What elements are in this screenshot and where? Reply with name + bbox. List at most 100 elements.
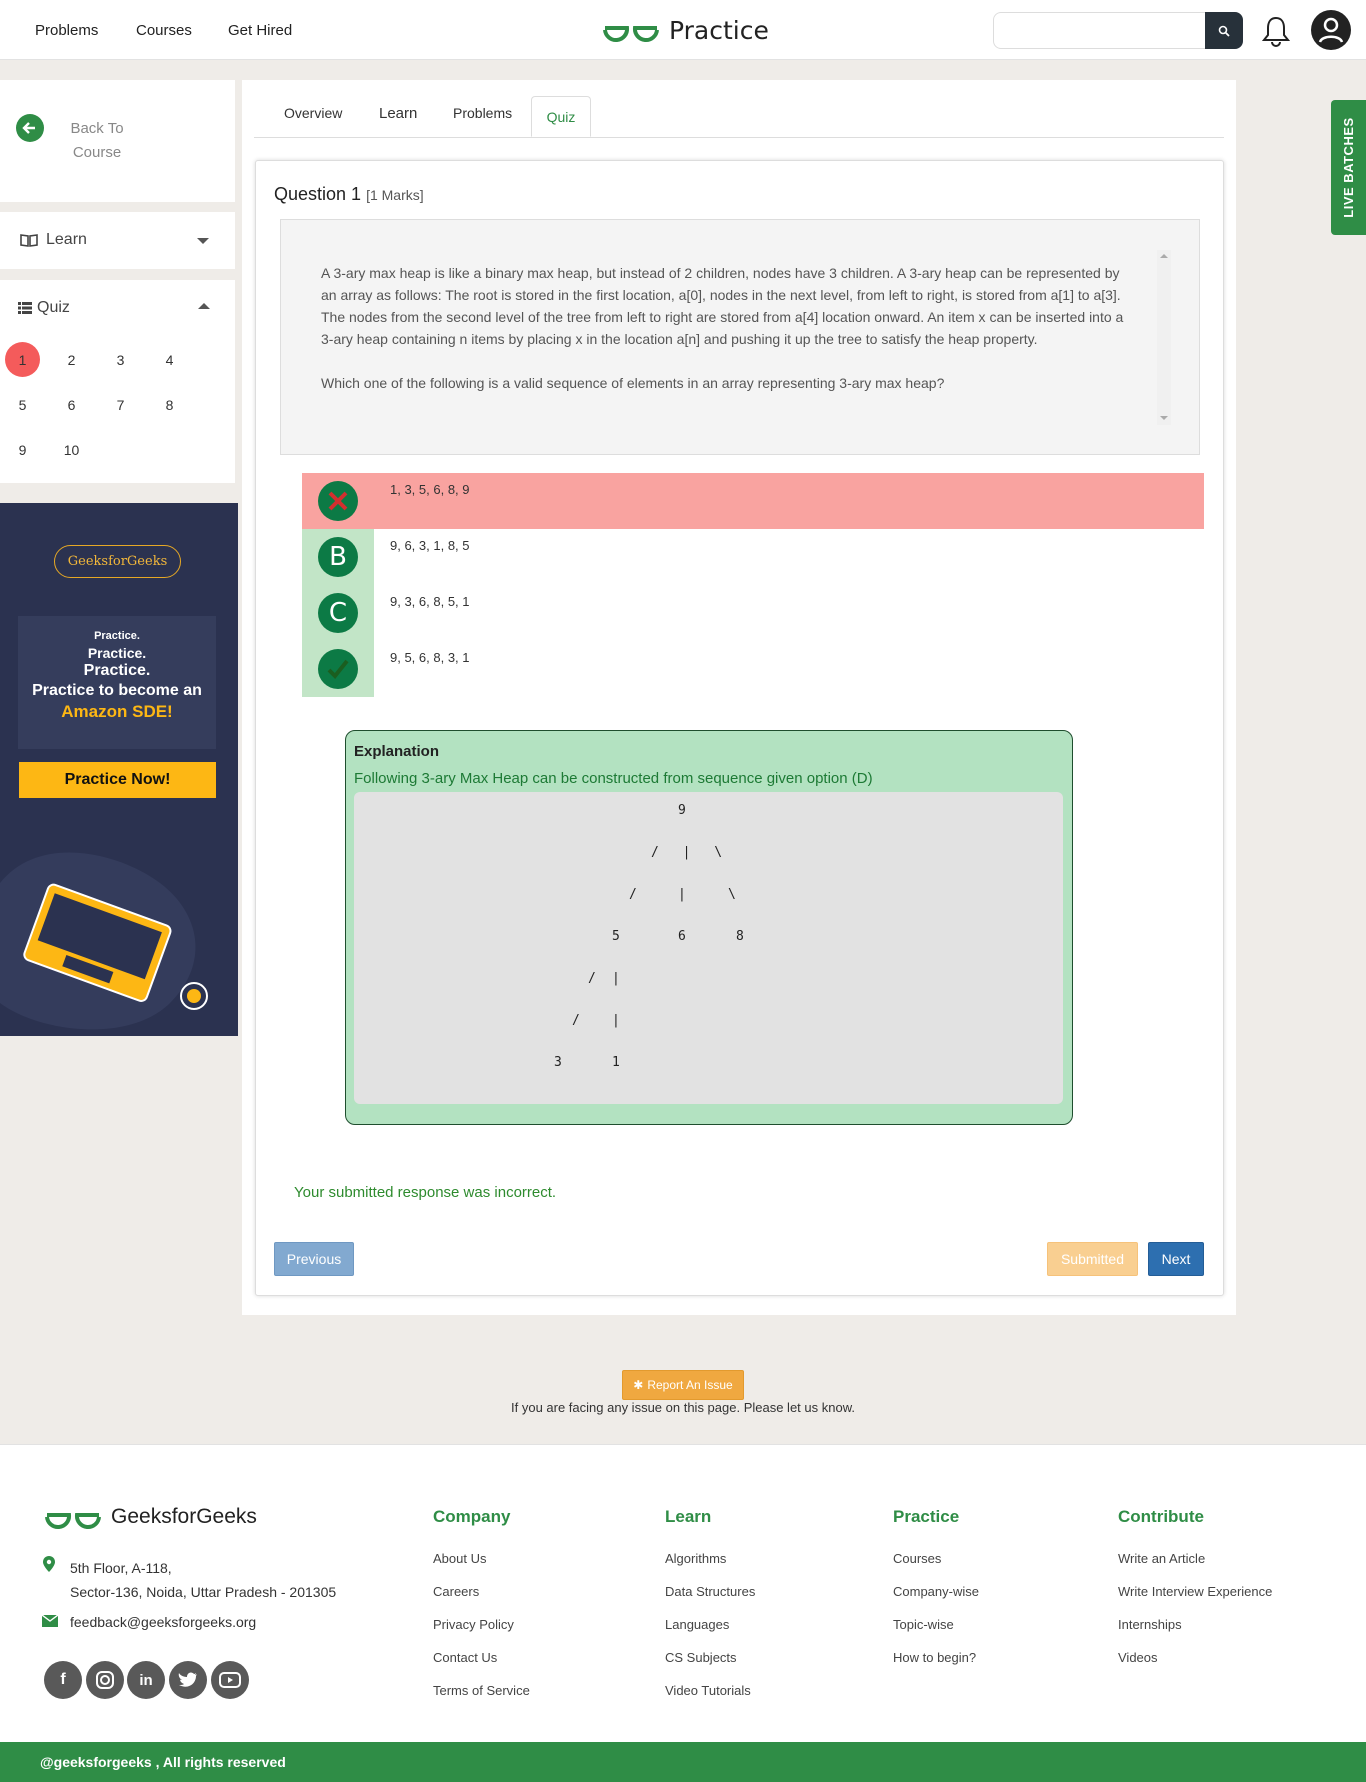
question-body: A 3-ary max heap is like a binary max he… (321, 265, 1124, 347)
option-d[interactable]: 9, 5, 6, 8, 3, 1 (302, 641, 1204, 697)
tree-node: 5 (612, 929, 620, 944)
back-to-course-label: Back To Course (70, 120, 124, 161)
question-nav-4[interactable]: 4 (152, 342, 187, 377)
footer-link[interactable]: Topic-wise (893, 1617, 954, 1632)
footer-link[interactable]: Company-wise (893, 1584, 979, 1599)
ad-line-highlight: Amazon SDE! (61, 702, 173, 721)
explanation-title: Explanation (354, 743, 440, 760)
search-input[interactable] (994, 13, 1205, 48)
footer-link[interactable]: Write Interview Experience (1118, 1584, 1272, 1599)
nav-courses[interactable]: Courses (136, 22, 192, 39)
footer-link[interactable]: Videos (1118, 1650, 1158, 1665)
report-issue-button[interactable]: ✱ Report An Issue (622, 1370, 744, 1400)
question-nav-7[interactable]: 7 (103, 387, 138, 422)
question-nav-3[interactable]: 3 (103, 342, 138, 377)
tree-edges: / | \ (651, 845, 731, 860)
quiz-label: Quiz (37, 299, 70, 316)
explanation-code-block: 9 / | \ / | \ 5 6 8 / | / | 3 1 (354, 792, 1063, 1104)
question-nav-9[interactable]: 9 (5, 432, 40, 467)
live-batches-label: LIVE BATCHES (1341, 117, 1356, 218)
option-b-marker: B (302, 529, 374, 585)
footer-brand[interactable]: GeeksforGeeks (43, 1502, 257, 1532)
footer-link[interactable]: Algorithms (665, 1551, 726, 1566)
explanation-box: Explanation Following 3-ary Max Heap can… (345, 730, 1073, 1125)
footer-link[interactable]: Data Structures (665, 1584, 755, 1599)
amazon-sde-ad-banner[interactable]: GeeksforGeeks Practice. Practice. Practi… (0, 503, 238, 1036)
footer-link[interactable]: About Us (433, 1551, 486, 1566)
notification-bell-icon[interactable] (1261, 15, 1291, 52)
tab-divider (254, 137, 1224, 138)
tree-node: 6 (678, 929, 686, 944)
ad-line: Practice to become an (32, 682, 202, 699)
option-c[interactable]: C 9, 3, 6, 8, 5, 1 (302, 585, 1204, 641)
next-button[interactable]: Next (1148, 1242, 1204, 1276)
footer-link[interactable]: Contact Us (433, 1650, 497, 1665)
learn-accordion[interactable]: Learn (0, 212, 235, 269)
question-nav-8[interactable]: 8 (152, 387, 187, 422)
footer-link[interactable]: Terms of Service (433, 1683, 530, 1698)
search-button[interactable] (1205, 12, 1243, 49)
instagram-icon[interactable] (86, 1661, 124, 1699)
footer-address: 5th Floor, A-118, Sector-136, Noida, Utt… (70, 1556, 336, 1604)
footer-link[interactable]: Write an Article (1118, 1551, 1205, 1566)
gfg-logo-icon (45, 1513, 101, 1530)
question-text-box: A 3-ary max heap is like a binary max he… (280, 219, 1200, 455)
footer-link[interactable]: Privacy Policy (433, 1617, 514, 1632)
ad-headline-box: Practice. Practice. Practice. Practice t… (18, 616, 216, 749)
report-issue-note: If you are facing any issue on this page… (511, 1400, 855, 1415)
question-nav-2[interactable]: 2 (54, 342, 89, 377)
question-nav-10[interactable]: 10 (54, 432, 89, 467)
option-a-text: 1, 3, 5, 6, 8, 9 (390, 482, 470, 497)
footer-link[interactable]: How to begin? (893, 1650, 976, 1665)
tab-learn[interactable]: Learn (379, 105, 417, 122)
tree-node: 1 (612, 1055, 620, 1070)
youtube-icon[interactable] (211, 1661, 249, 1699)
profile-avatar-icon[interactable] (1311, 10, 1351, 55)
twitter-icon[interactable] (169, 1661, 207, 1699)
back-to-course-panel[interactable]: Back To Course (0, 80, 235, 202)
footer-link[interactable]: Internships (1118, 1617, 1182, 1632)
footer-email[interactable]: feedback@geeksforgeeks.org (70, 1610, 256, 1634)
nav-get-hired[interactable]: Get Hired (228, 22, 292, 39)
question-scrollbar[interactable] (1157, 250, 1171, 425)
nav-problems[interactable]: Problems (35, 22, 98, 39)
option-b[interactable]: B 9, 6, 3, 1, 8, 5 (302, 529, 1204, 585)
question-nav-1[interactable]: 1 (5, 342, 40, 377)
copyright-text: @geeksforgeeks , All rights reserved (40, 1754, 286, 1770)
arrow-left-icon (16, 114, 44, 142)
search-icon (1218, 25, 1230, 37)
previous-button[interactable]: Previous (274, 1242, 354, 1276)
question-prompt: Which one of the following is a valid se… (321, 375, 945, 391)
footer-link[interactable]: CS Subjects (665, 1650, 737, 1665)
list-icon (18, 302, 32, 314)
footer-link[interactable]: Video Tutorials (665, 1683, 751, 1698)
learn-label: Learn (46, 231, 87, 248)
tab-quiz[interactable]: Quiz (531, 96, 591, 137)
learn-accordion-header: Learn (20, 231, 87, 249)
question-nav-5[interactable]: 5 (5, 387, 40, 422)
submitted-button[interactable]: Submitted (1047, 1242, 1138, 1276)
tree-node: 3 (554, 1055, 562, 1070)
scroll-down-icon[interactable] (1160, 416, 1168, 420)
chevron-down-icon (197, 238, 209, 244)
footer-link[interactable]: Courses (893, 1551, 941, 1566)
facebook-icon[interactable]: f (44, 1661, 82, 1699)
search-box[interactable] (993, 12, 1206, 49)
tab-problems[interactable]: Problems (453, 105, 512, 121)
bug-icon: ✱ (633, 1378, 644, 1392)
email-icon (42, 1615, 58, 1627)
footer-link[interactable]: Careers (433, 1584, 479, 1599)
practice-now-button[interactable]: Practice Now! (19, 762, 216, 798)
scroll-up-icon[interactable] (1160, 254, 1168, 258)
letter-b-icon: B (318, 537, 358, 577)
option-a[interactable]: 1, 3, 5, 6, 8, 9 (302, 473, 1204, 529)
question-nav-6[interactable]: 6 (54, 387, 89, 422)
practice-logo[interactable]: Practice (601, 12, 769, 48)
quiz-accordion[interactable]: Quiz 1 2 3 4 5 6 7 8 9 10 (0, 280, 235, 483)
tab-overview[interactable]: Overview (284, 105, 342, 121)
question-marks: [1 Marks] (366, 187, 424, 203)
footer-brand-name: GeeksforGeeks (111, 1505, 257, 1528)
linkedin-icon[interactable]: in (127, 1661, 165, 1699)
live-batches-tab[interactable]: LIVE BATCHES (1331, 100, 1366, 235)
footer-link[interactable]: Languages (665, 1617, 729, 1632)
